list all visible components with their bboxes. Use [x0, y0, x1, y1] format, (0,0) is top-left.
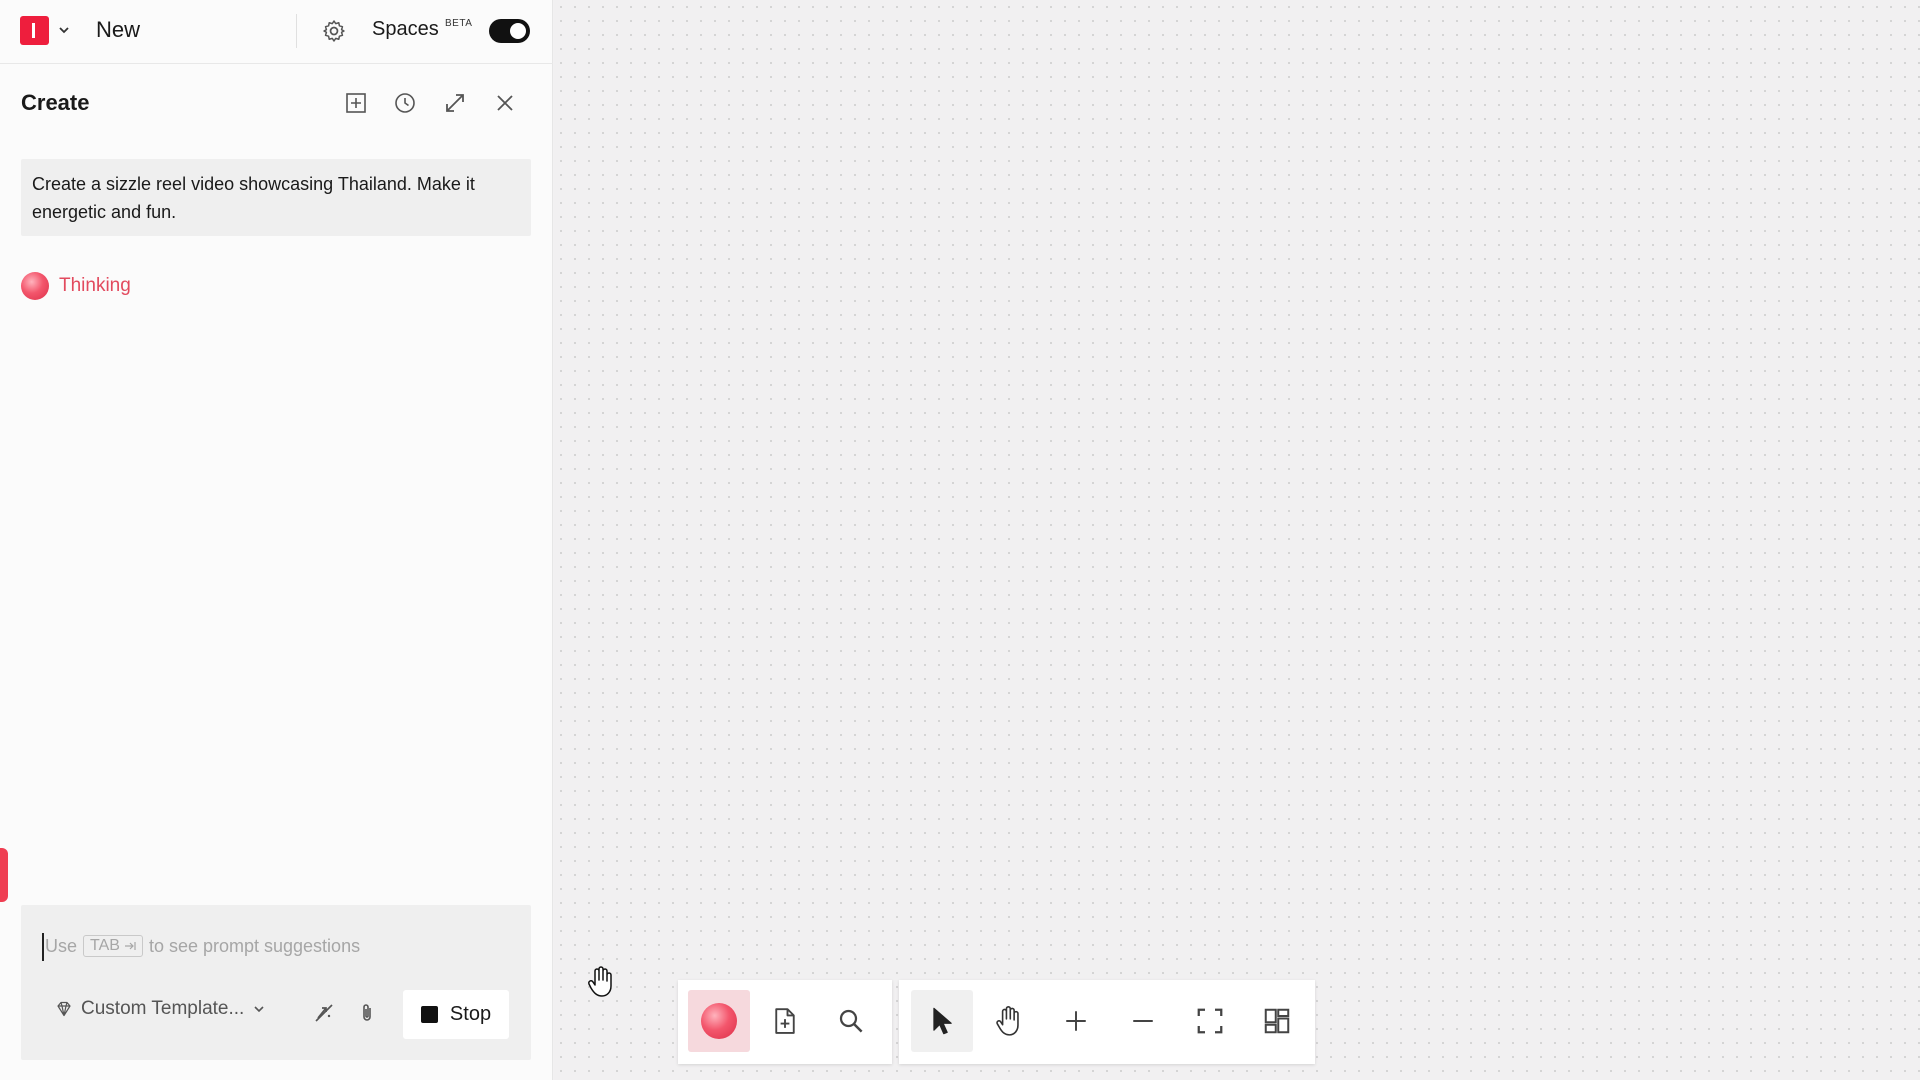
fit-screen-button[interactable] — [1179, 990, 1241, 1052]
zoom-in-icon — [1066, 1011, 1086, 1031]
gear-icon[interactable] — [321, 18, 347, 44]
top-bar: New Spaces BETA — [0, 0, 553, 64]
add-frame-icon[interactable] — [343, 90, 369, 116]
chevron-down-icon[interactable] — [57, 23, 71, 37]
tab-key-label: TAB — [90, 937, 120, 954]
toolbar-canvas — [899, 980, 1315, 1064]
search-icon — [839, 1009, 863, 1033]
divider — [296, 14, 297, 48]
assistant-orb-icon — [701, 1003, 737, 1039]
assistant-avatar — [21, 272, 49, 300]
side-tab-handle[interactable] — [0, 848, 8, 902]
close-icon[interactable] — [492, 90, 518, 116]
hand-tool-button[interactable] — [978, 990, 1040, 1052]
zoom-in-button[interactable] — [1045, 990, 1107, 1052]
stop-button[interactable]: Stop — [403, 990, 509, 1039]
tab-key-hint: TAB — [83, 935, 143, 957]
add-document-icon — [775, 1008, 795, 1034]
stop-icon — [420, 1006, 438, 1023]
grid-layout-icon — [1264, 1008, 1290, 1034]
canvas-area[interactable] — [554, 0, 1920, 1080]
stop-label: Stop — [449, 1003, 492, 1025]
chevron-down-icon — [254, 1006, 264, 1013]
grid-layout-button[interactable] — [1246, 990, 1308, 1052]
thinking-status: Thinking — [59, 275, 131, 296]
create-panel: New Spaces BETA Create Create a sizzle r… — [0, 0, 553, 1080]
app-root: New Spaces BETA Create Create a sizzle r… — [0, 0, 1920, 1080]
pointer-icon — [933, 1007, 952, 1035]
zoom-out-button[interactable] — [1112, 990, 1174, 1052]
toolbar-primary — [678, 980, 892, 1064]
text-caret — [42, 933, 44, 961]
beta-badge: BETA — [445, 18, 473, 29]
tab-arrow-icon — [124, 942, 136, 950]
prompt-input[interactable]: Use TAB to see prompt suggestions — [45, 935, 360, 957]
user-message: Create a sizzle reel video showcasing Th… — [21, 159, 531, 236]
select-tool-button[interactable] — [911, 990, 973, 1052]
spaces-label: Spaces — [372, 18, 439, 40]
project-name[interactable]: New — [96, 17, 140, 43]
add-document-button[interactable] — [754, 990, 816, 1052]
expand-icon[interactable] — [442, 90, 468, 116]
search-button[interactable] — [820, 990, 882, 1052]
placeholder-suffix: to see prompt suggestions — [148, 935, 361, 956]
attachment-icon[interactable] — [354, 1000, 380, 1026]
prompt-composer[interactable]: Use TAB to see prompt suggestions Custom… — [21, 905, 531, 1060]
placeholder-prefix: Use — [45, 935, 78, 956]
hand-icon — [996, 1006, 1019, 1036]
hand-cursor-icon — [586, 966, 614, 998]
spaces-toggle[interactable] — [489, 19, 530, 43]
history-icon[interactable] — [392, 90, 418, 116]
app-logo[interactable] — [20, 16, 49, 45]
panel-title: Create — [21, 90, 90, 115]
zoom-out-icon — [1133, 1020, 1153, 1022]
fit-screen-icon — [1197, 1008, 1223, 1034]
assistant-button[interactable] — [688, 990, 750, 1052]
template-label: Custom Template... — [81, 998, 245, 1019]
template-dropdown[interactable]: Custom Template... — [55, 998, 266, 1020]
magic-off-icon[interactable] — [311, 1000, 337, 1026]
gem-icon — [57, 1001, 71, 1017]
